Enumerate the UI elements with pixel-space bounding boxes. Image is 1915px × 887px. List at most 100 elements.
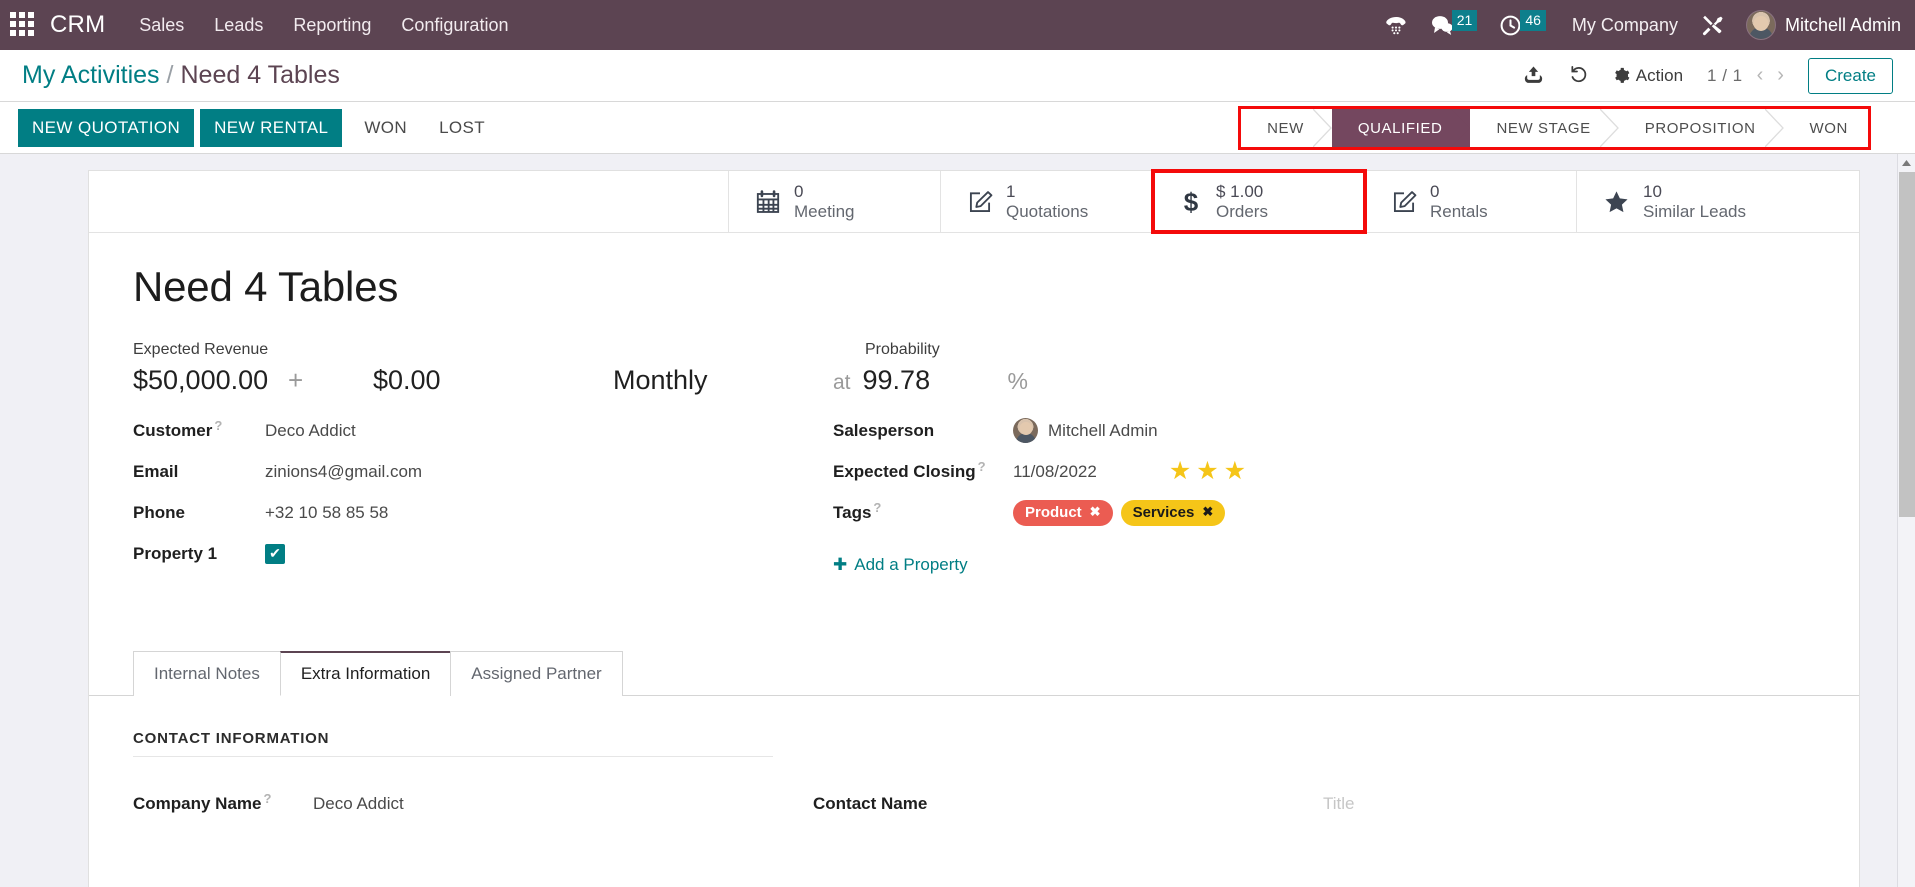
label-text: Expected Closing (833, 462, 976, 482)
dollar-icon: $ (1179, 188, 1203, 216)
stat-button-quotations[interactable]: 1 Quotations (941, 171, 1153, 232)
title-placeholder[interactable]: Title (1323, 794, 1355, 814)
remove-tag-icon[interactable]: ✖ (1090, 504, 1101, 520)
field-property-1: Property 1 ✔ (133, 533, 833, 574)
expected-revenue-value[interactable]: $50,000.00 (133, 365, 288, 396)
activities-counter[interactable]: 46 (1499, 14, 1546, 37)
apps-grid-icon[interactable] (10, 12, 36, 38)
stat-button-meeting[interactable]: 0 Meeting (729, 171, 941, 232)
customer-label: Customer ? (133, 421, 265, 441)
mark-won-button[interactable]: WON (348, 109, 423, 147)
scroll-up-arrow-icon[interactable] (1898, 154, 1915, 171)
star-icon[interactable]: ★ (1196, 459, 1218, 484)
app-brand-crm[interactable]: CRM (50, 11, 105, 39)
menu-item-sales[interactable]: Sales (139, 15, 184, 36)
company-name-value[interactable]: Deco Addict (313, 794, 404, 814)
create-button[interactable]: Create (1808, 58, 1893, 94)
stage-proposition[interactable]: PROPOSITION (1619, 109, 1784, 147)
salesperson-value[interactable]: Mitchell Admin (1013, 418, 1158, 443)
expected-closing-value[interactable]: 11/08/2022 (1013, 462, 1097, 482)
stage-new[interactable]: NEW (1241, 109, 1332, 147)
cloud-upload-icon[interactable] (1523, 64, 1544, 88)
undo-icon[interactable] (1568, 64, 1589, 88)
star-icon[interactable]: ★ (1169, 459, 1191, 484)
stage-label: QUALIFIED (1358, 120, 1443, 137)
revenue-plus-sign: + (288, 365, 373, 396)
field-company-name: Company Name ? Deco Addict (133, 783, 813, 824)
stat-text: $ 1.00 Orders (1216, 182, 1268, 221)
company-switcher[interactable]: My Company (1572, 15, 1678, 36)
remove-tag-icon[interactable]: ✖ (1202, 504, 1213, 520)
tags-list: Product ✖ Services ✖ (1013, 500, 1225, 526)
star-icon[interactable]: ★ (1224, 459, 1246, 484)
contact-name-label: Contact Name (813, 794, 993, 814)
user-menu[interactable]: Mitchell Admin (1746, 10, 1901, 40)
help-marker-icon[interactable]: ? (978, 460, 986, 473)
chevron-right-icon[interactable]: › (1777, 64, 1784, 87)
probability-at-text: at (833, 371, 851, 395)
action-menu[interactable]: Action (1613, 66, 1683, 86)
stat-value: 10 (1643, 182, 1746, 202)
property1-label: Property 1 (133, 544, 265, 564)
pager: 1 / 1 ‹ › (1707, 64, 1784, 87)
add-property-label: Add a Property (854, 555, 967, 575)
mark-lost-button[interactable]: LOST (423, 109, 501, 147)
stat-label: Meeting (794, 202, 854, 222)
star-icon (1603, 189, 1630, 215)
pencil-square-icon (967, 189, 993, 215)
phone-value[interactable]: +32 10 58 85 58 (265, 503, 388, 523)
probability-value[interactable]: 99.78 (863, 365, 1008, 396)
user-name: Mitchell Admin (1785, 15, 1901, 36)
stage-new-stage[interactable]: NEW STAGE (1470, 109, 1618, 147)
tab-assigned-partner[interactable]: Assigned Partner (450, 651, 622, 696)
menu-item-configuration[interactable]: Configuration (401, 15, 508, 36)
help-marker-icon[interactable]: ? (214, 419, 222, 432)
stat-button-similar-leads[interactable]: 10 Similar Leads (1577, 171, 1789, 232)
vertical-scrollbar[interactable] (1897, 154, 1915, 887)
tab-extra-information[interactable]: Extra Information (280, 651, 451, 696)
form-column-left: Expected Revenue $50,000.00 + $0.00 Mont… (133, 341, 833, 575)
stat-button-orders[interactable]: $ $ 1.00 Orders (1153, 171, 1365, 232)
chevron-left-icon[interactable]: ‹ (1757, 64, 1764, 87)
pager-count: 1 / 1 (1707, 66, 1743, 86)
new-quotation-button[interactable]: NEW QUOTATION (18, 109, 194, 147)
pipeline-stages: NEW QUALIFIED NEW STAGE PROPOSITION (1241, 109, 1868, 147)
chat-bubble-icon (1430, 14, 1454, 36)
tools-icon[interactable] (1700, 13, 1724, 37)
stat-button-rentals[interactable]: 0 Rentals (1365, 171, 1577, 232)
chevron-divider-icon (1600, 109, 1620, 147)
section-title-contact-information: CONTACT INFORMATION (133, 730, 773, 757)
breadcrumb-root[interactable]: My Activities (22, 61, 160, 90)
messages-counter[interactable]: 21 (1430, 14, 1478, 36)
stat-text: 0 Rentals (1430, 182, 1488, 221)
phone-label: Phone (133, 503, 265, 523)
stat-label: Quotations (1006, 202, 1088, 222)
recurring-revenue-value[interactable]: $0.00 (373, 365, 613, 396)
tag-label: Services (1133, 504, 1195, 521)
stat-label: Similar Leads (1643, 202, 1746, 222)
chevron-divider-icon (1765, 109, 1785, 147)
chevron-divider-icon (1451, 109, 1471, 147)
breadcrumb-separator: / (167, 61, 174, 90)
email-value[interactable]: zinions4@gmail.com (265, 462, 422, 482)
stage-won[interactable]: WON (1784, 109, 1868, 147)
stat-spacer (89, 171, 729, 232)
tag-services[interactable]: Services ✖ (1121, 500, 1226, 526)
tab-internal-notes[interactable]: Internal Notes (133, 651, 281, 696)
stage-qualified[interactable]: QUALIFIED (1332, 109, 1471, 147)
stat-value: 0 (794, 182, 854, 202)
help-marker-icon[interactable]: ? (873, 501, 881, 514)
tag-product[interactable]: Product ✖ (1013, 500, 1113, 526)
recurring-plan-value[interactable]: Monthly (613, 365, 708, 396)
form-column-right: Probability at 99.78 % Salesperson Mitch… (833, 341, 1815, 575)
menu-item-leads[interactable]: Leads (214, 15, 263, 36)
menu-item-reporting[interactable]: Reporting (293, 15, 371, 36)
phone-dialpad-icon[interactable] (1384, 13, 1408, 37)
new-rental-button[interactable]: NEW RENTAL (200, 109, 342, 147)
property1-checkbox[interactable]: ✔ (265, 544, 285, 564)
scrollbar-thumb[interactable] (1899, 172, 1915, 517)
stat-value: 1 (1006, 182, 1088, 202)
help-marker-icon[interactable]: ? (263, 792, 271, 805)
customer-value[interactable]: Deco Addict (265, 421, 356, 441)
add-property-button[interactable]: ✚ Add a Property (833, 555, 968, 575)
